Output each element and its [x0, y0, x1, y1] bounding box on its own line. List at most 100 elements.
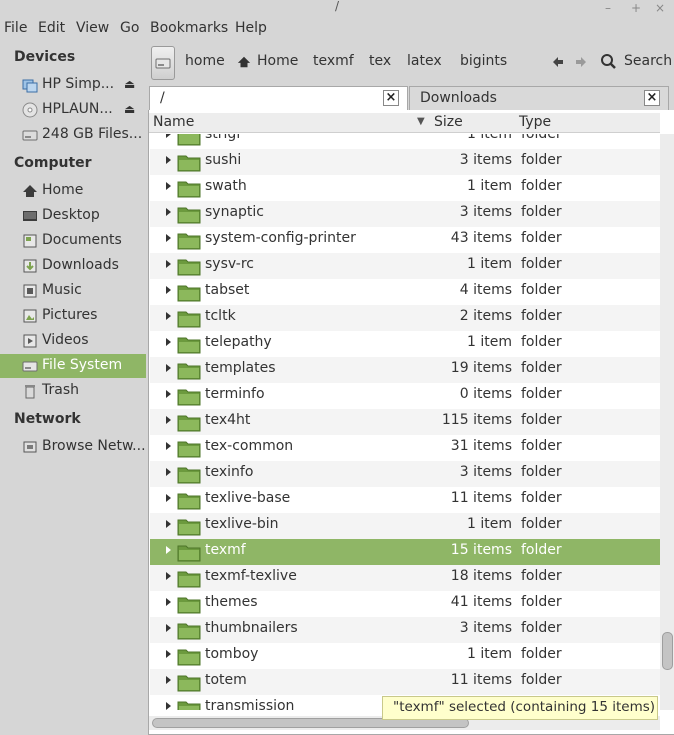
minimize-button[interactable]: –	[605, 0, 611, 16]
location-toggle-button[interactable]	[151, 46, 175, 80]
breadcrumb-latex[interactable]: latex	[407, 53, 442, 69]
breadcrumb-home-root[interactable]: home	[185, 53, 225, 69]
file-name: texlive-base	[205, 490, 291, 506]
file-row[interactable]: sysv-rc 1 item folder	[150, 253, 660, 279]
column-header-name[interactable]: Name	[153, 114, 194, 130]
breadcrumb-home[interactable]: Home	[257, 53, 298, 69]
eject-icon[interactable]: ⏏	[124, 102, 135, 116]
file-row[interactable]: strigi 1 item folder	[150, 134, 660, 149]
expander-triangle-icon[interactable]	[166, 520, 171, 528]
expander-triangle-icon[interactable]	[166, 572, 171, 580]
file-row[interactable]: tex4ht 115 items folder	[150, 409, 660, 435]
expander-triangle-icon[interactable]	[166, 494, 171, 502]
maximize-button[interactable]: +	[631, 0, 641, 16]
sidebar-item-downloads[interactable]: Downloads	[0, 254, 146, 278]
sidebar-item-documents[interactable]: Documents	[0, 229, 146, 253]
expander-triangle-icon[interactable]	[166, 598, 171, 606]
expander-triangle-icon[interactable]	[166, 156, 171, 164]
expander-triangle-icon[interactable]	[166, 312, 171, 320]
close-tab-icon[interactable]: ×	[644, 90, 660, 106]
expander-triangle-icon[interactable]	[166, 364, 171, 372]
vertical-scroll-thumb[interactable]	[662, 632, 673, 670]
expander-triangle-icon[interactable]	[166, 390, 171, 398]
breadcrumb-bigints[interactable]: bigints	[460, 53, 507, 69]
sidebar-item-trash[interactable]: Trash	[0, 379, 146, 403]
sidebar-item-home[interactable]: Home	[0, 179, 146, 203]
column-header-size[interactable]: Size	[434, 114, 463, 130]
menu-help[interactable]: Help	[235, 20, 267, 36]
column-header-type[interactable]: Type	[519, 114, 551, 130]
menu-bookmarks[interactable]: Bookmarks	[150, 20, 228, 36]
sidebar-item-browse-network[interactable]: Browse Netw...	[0, 435, 146, 459]
file-row[interactable]: telepathy 1 item folder	[150, 331, 660, 357]
expander-triangle-icon[interactable]	[166, 676, 171, 684]
menu-view[interactable]: View	[76, 20, 109, 36]
sidebar-item-hplaun[interactable]: HPLAUN... ⏏	[0, 98, 146, 122]
file-row[interactable]: totem 11 items folder	[150, 669, 660, 695]
sidebar-item-248gb[interactable]: 248 GB Files...	[0, 123, 146, 147]
menu-file[interactable]: File	[4, 20, 27, 36]
expander-triangle-icon[interactable]	[166, 234, 171, 242]
file-row[interactable]: tex-common 31 items folder	[150, 435, 660, 461]
file-row[interactable]: tomboy 1 item folder	[150, 643, 660, 669]
file-row[interactable]: tcltk 2 items folder	[150, 305, 660, 331]
file-row[interactable]: system-config-printer 43 items folder	[150, 227, 660, 253]
menu-go[interactable]: Go	[120, 20, 139, 36]
expander-triangle-icon[interactable]	[166, 182, 171, 190]
file-row[interactable]: themes 41 items folder	[150, 591, 660, 617]
file-type: folder	[521, 438, 562, 454]
file-row[interactable]: thumbnailers 3 items folder	[150, 617, 660, 643]
file-row[interactable]: texlive-bin 1 item folder	[150, 513, 660, 539]
breadcrumb-texmf[interactable]: texmf	[313, 53, 354, 69]
file-size: 11 items	[450, 490, 512, 506]
vertical-scrollbar[interactable]	[660, 134, 674, 710]
expander-triangle-icon[interactable]	[166, 546, 171, 554]
expander-triangle-icon[interactable]	[166, 286, 171, 294]
file-name: themes	[205, 594, 258, 610]
expander-triangle-icon[interactable]	[166, 468, 171, 476]
sidebar-item-music[interactable]: Music	[0, 279, 146, 303]
tab-root[interactable]: / ×	[149, 86, 408, 111]
file-row[interactable]: tabset 4 items folder	[150, 279, 660, 305]
file-name: sushi	[205, 152, 242, 168]
file-row[interactable]: terminfo 0 items folder	[150, 383, 660, 409]
sidebar-item-pictures[interactable]: Pictures	[0, 304, 146, 328]
file-row[interactable]: swath 1 item folder	[150, 175, 660, 201]
breadcrumb-tex[interactable]: tex	[369, 53, 391, 69]
expander-triangle-icon[interactable]	[166, 624, 171, 632]
expander-triangle-icon[interactable]	[166, 702, 171, 710]
expander-triangle-icon[interactable]	[166, 208, 171, 216]
tab-downloads[interactable]: Downloads ×	[409, 86, 669, 111]
expander-triangle-icon[interactable]	[166, 650, 171, 658]
expander-triangle-icon[interactable]	[166, 134, 171, 138]
sidebar-item-hp-simple[interactable]: HP Simp... ⏏	[0, 73, 146, 97]
file-size: 1 item	[467, 256, 512, 272]
file-row[interactable]: texmf 15 items folder	[150, 539, 660, 565]
close-window-button[interactable]: ×	[655, 0, 665, 16]
menu-edit[interactable]: Edit	[38, 20, 65, 36]
file-size: 31 items	[450, 438, 512, 454]
close-tab-icon[interactable]: ×	[383, 90, 399, 106]
file-row[interactable]: templates 19 items folder	[150, 357, 660, 383]
file-row[interactable]: sushi 3 items folder	[150, 149, 660, 175]
file-name: texmf-texlive	[205, 568, 297, 584]
sidebar-item-videos[interactable]: Videos	[0, 329, 146, 353]
forward-arrow-icon[interactable]	[575, 56, 587, 68]
search-button[interactable]: Search	[624, 53, 672, 69]
expander-triangle-icon[interactable]	[166, 338, 171, 346]
file-row[interactable]: texmf-texlive 18 items folder	[150, 565, 660, 591]
file-row[interactable]: texinfo 3 items folder	[150, 461, 660, 487]
sidebar-item-file-system[interactable]: File System	[0, 354, 146, 378]
expander-triangle-icon[interactable]	[166, 416, 171, 424]
back-arrow-icon[interactable]	[552, 56, 564, 68]
sidebar-item-desktop[interactable]: Desktop	[0, 204, 146, 228]
file-size: 1 item	[467, 178, 512, 194]
toolbar: home Home texmf tex latex bigints Search	[147, 42, 674, 82]
eject-icon[interactable]: ⏏	[124, 77, 135, 91]
expander-triangle-icon[interactable]	[166, 442, 171, 450]
expander-triangle-icon[interactable]	[166, 260, 171, 268]
file-row[interactable]: synaptic 3 items folder	[150, 201, 660, 227]
file-type: folder	[521, 230, 562, 246]
file-row[interactable]: texlive-base 11 items folder	[150, 487, 660, 513]
folder-icon	[177, 155, 201, 172]
